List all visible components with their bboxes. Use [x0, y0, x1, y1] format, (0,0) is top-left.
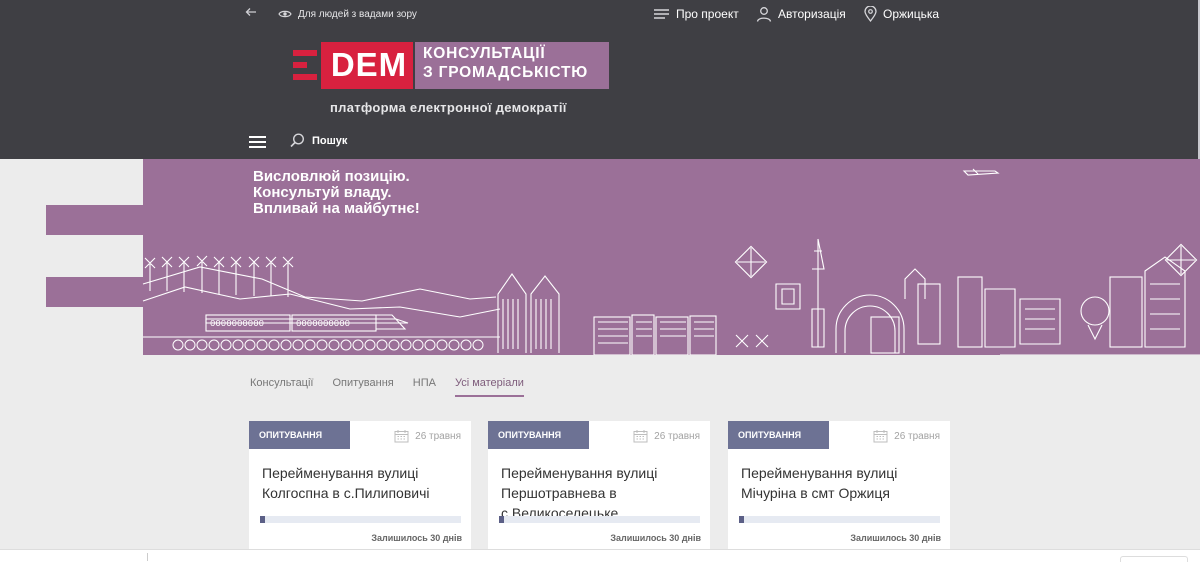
card-progress-fill	[260, 516, 266, 523]
card-title[interactable]: Перейменування вулиці Колгоспна в с.Пили…	[262, 463, 460, 503]
slogan-line-3: Впливай на майбутнє!	[253, 200, 420, 217]
logo-stripe	[293, 74, 317, 80]
divider	[147, 553, 148, 561]
card-category: ОПИТУВАННЯ	[728, 421, 829, 449]
card-date-label: 26 травня	[654, 430, 700, 442]
card-progress-bar	[739, 516, 940, 523]
menu-lines-icon	[654, 9, 669, 19]
city-label: Оржицька	[883, 7, 940, 21]
material-card[interactable]: ОПИТУВАННЯ 26 травня Перейменування вули…	[249, 421, 471, 549]
city-link[interactable]: Оржицька	[864, 6, 939, 22]
auth-link[interactable]: Авторизація	[756, 6, 846, 22]
tab-npa[interactable]: НПА	[413, 377, 436, 397]
about-link[interactable]: Про проект	[653, 6, 739, 22]
accessibility-link[interactable]: Для людей з вадами зору	[278, 6, 417, 22]
card-date-label: 26 травня	[415, 430, 461, 442]
card-remaining: Залишилось 30 днів	[371, 533, 462, 543]
tab-consultations[interactable]: Консультації	[250, 377, 313, 397]
arrow-left-icon	[245, 8, 256, 16]
slogan-line-2: Консультуй владу.	[253, 184, 392, 201]
search-icon	[290, 133, 305, 148]
logo-abbr: DEM	[330, 46, 408, 83]
auth-label: Авторизація	[778, 7, 846, 21]
calendar-icon	[394, 430, 409, 443]
card-remaining: Залишилось 30 днів	[850, 533, 941, 543]
logo-title-line1: КОНСУЛЬТАЦІЇ	[423, 45, 546, 62]
card-date: 26 травня	[633, 429, 700, 443]
card-date: 26 травня	[394, 429, 461, 443]
calendar-icon	[873, 430, 888, 443]
city-skyline-illustration	[46, 159, 1200, 355]
hero-banner: Висловлюй позицію. Консультуй владу. Впл…	[0, 159, 1200, 355]
card-title[interactable]: Перейменування вулиці Мічуріна в смт Орж…	[741, 463, 939, 503]
logo-stripe	[293, 50, 317, 56]
back-button[interactable]	[245, 4, 263, 20]
accessibility-label: Для людей з вадами зору	[298, 8, 417, 20]
hamburger-menu-button[interactable]	[249, 136, 266, 148]
material-tabs: Консультації Опитування НПА Усі матеріал…	[250, 377, 543, 397]
card-progress-fill	[739, 516, 745, 523]
search-button[interactable]: Пошук	[290, 133, 347, 148]
card-date-label: 26 травня	[894, 430, 940, 442]
tab-polls[interactable]: Опитування	[332, 377, 393, 397]
logo-stripe	[293, 62, 307, 68]
search-label: Пошук	[312, 134, 348, 147]
train-car-number: 0000000000	[296, 319, 351, 329]
card-progress-bar	[499, 516, 700, 523]
card-category: ОПИТУВАННЯ	[488, 421, 589, 449]
material-card[interactable]: ОПИТУВАННЯ 26 травня Перейменування вули…	[728, 421, 950, 549]
site-tagline: платформа електронної демократії	[330, 100, 567, 115]
card-remaining: Залишилось 30 днів	[610, 533, 701, 543]
bottom-bar	[0, 549, 1200, 562]
banner-slogan: Висловлюй позицію. Консультуй владу. Впл…	[253, 169, 420, 217]
train-car-number: 0000000000	[210, 319, 265, 329]
material-card[interactable]: ОПИТУВАННЯ 26 травня Перейменування вули…	[488, 421, 710, 549]
card-date: 26 травня	[873, 429, 940, 443]
tab-all-materials[interactable]: Усі матеріали	[454, 377, 524, 397]
site-header: Для людей з вадами зору Про проект Автор…	[0, 0, 1200, 159]
card-progress-fill	[499, 516, 505, 523]
calendar-icon	[633, 430, 648, 443]
card-progress-bar	[260, 516, 461, 523]
location-pin-icon	[864, 6, 877, 22]
card-category: ОПИТУВАННЯ	[249, 421, 350, 449]
card-title[interactable]: Перейменування вулиці Першотравнева в с.…	[501, 463, 699, 523]
logo-title-line2: З ГРОМАДСЬКІСТЮ	[423, 64, 589, 81]
eye-icon	[278, 10, 292, 18]
site-logo[interactable]: DEM КОНСУЛЬТАЦІЇ З ГРОМАДСЬКІСТЮ	[293, 42, 609, 89]
bottom-widget-tab[interactable]	[1120, 556, 1188, 562]
slogan-line-1: Висловлюй позицію.	[253, 168, 410, 185]
user-icon	[756, 7, 772, 22]
about-label: Про проект	[676, 7, 739, 21]
